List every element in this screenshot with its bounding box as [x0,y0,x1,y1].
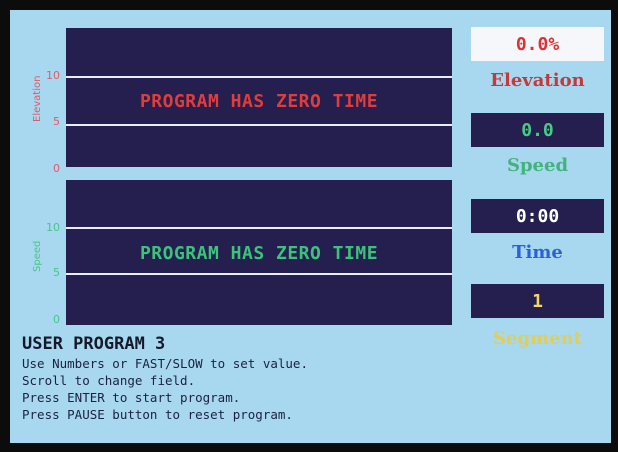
program-title: USER PROGRAM 3 [22,334,166,354]
time-field-label: Time [512,242,563,263]
speed-gridline-5 [66,273,452,275]
elevation-gridline-10 [66,76,452,78]
speed-tick-5: 5 [53,266,60,279]
segment-value-field[interactable]: 1 [471,284,604,318]
elevation-field-label: Elevation [490,70,585,91]
instruction-line-4: Press PAUSE button to reset program. [22,407,293,422]
speed-field-label: Speed [506,155,569,176]
speed-tick-0: 0 [53,313,60,326]
instruction-line-1: Use Numbers or FAST/SLOW to set value. [22,356,308,371]
treadmill-display: Elevation 10 5 0 PROGRAM HAS ZERO TIME S… [10,10,611,443]
time-value-field[interactable]: 0:00 [471,199,604,233]
speed-tick-10: 10 [46,221,60,234]
elevation-gridline-5 [66,124,452,126]
elevation-chart-message: PROGRAM HAS ZERO TIME [139,91,379,112]
speed-gridline-10 [66,227,452,229]
elevation-tick-10: 10 [46,69,60,82]
elevation-tick-5: 5 [53,115,60,128]
speed-chart-message: PROGRAM HAS ZERO TIME [139,243,379,264]
speed-value-field[interactable]: 0.0 [471,113,604,147]
instruction-line-2: Scroll to change field. [22,373,196,388]
elevation-value-field[interactable]: 0.0% [471,27,604,61]
elevation-chart[interactable]: PROGRAM HAS ZERO TIME [66,28,452,167]
elevation-tick-0: 0 [53,162,60,175]
speed-chart[interactable]: PROGRAM HAS ZERO TIME [66,180,452,325]
segment-field-label: Segment [493,328,582,349]
instruction-line-3: Press ENTER to start program. [22,390,241,405]
